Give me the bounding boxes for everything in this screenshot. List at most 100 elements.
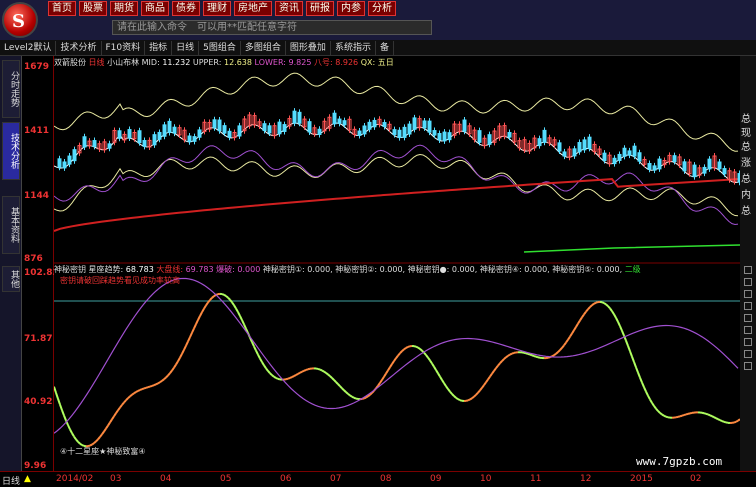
toolbar-item-7[interactable]: 图形叠加: [286, 40, 331, 55]
right-label-7: 总: [741, 206, 751, 217]
checkbox-4[interactable]: [744, 302, 752, 310]
oscillator-segment: [687, 412, 691, 415]
candle-body: [167, 120, 172, 133]
menu-item-7[interactable]: 资讯: [275, 1, 303, 16]
oscillator-segment: [341, 387, 345, 391]
candle-body: [627, 150, 632, 156]
stock-name: 双箭股份: [54, 58, 86, 67]
candle-body: [222, 125, 227, 134]
checkbox-6[interactable]: [744, 326, 752, 334]
candle-body: [432, 130, 437, 136]
y-label-upper-3: 1144: [24, 191, 50, 201]
oscillator-segment: [685, 412, 689, 416]
date-label-9: 10: [480, 474, 492, 484]
oscillator-segment: [589, 304, 593, 308]
menu-item-2[interactable]: 期货: [110, 1, 138, 16]
checkbox-3[interactable]: [744, 290, 752, 298]
key4-value: 神秘密钥④: 0.000,: [479, 265, 550, 274]
oscillator-segment: [605, 303, 609, 307]
lower-indicator-note: 密钥请破回踩趋势看见成功率较高: [60, 276, 180, 285]
oscillator-segment: [717, 418, 721, 422]
candle-body: [437, 133, 442, 141]
oscillator-segment: [593, 301, 597, 305]
right-panel: 总 现 总 涨 总 内 总: [740, 56, 756, 471]
checkbox-2[interactable]: [744, 278, 752, 286]
candle-body: [577, 142, 582, 153]
toolbar-item-1[interactable]: 技术分析: [56, 40, 102, 55]
candle-body: [582, 139, 587, 151]
oscillator-segment: [473, 394, 477, 398]
oscillator-segment: [705, 412, 709, 416]
oscillator-segment: [225, 295, 229, 299]
candle-body: [507, 132, 512, 138]
toolbar-item-6[interactable]: 多图组合: [241, 40, 286, 55]
candle-body: [602, 152, 607, 161]
checkbox-7[interactable]: [744, 338, 752, 346]
right-label-2: 现: [741, 128, 751, 139]
candle-body: [192, 136, 197, 142]
candle-body: [487, 134, 492, 145]
checkbox-1[interactable]: [744, 266, 752, 274]
oscillator-segment: [553, 352, 557, 357]
oscillator-segment: [137, 389, 141, 392]
candle-body: [647, 162, 652, 170]
toolbar-item-2[interactable]: F10资料: [102, 40, 146, 55]
menu-item-6[interactable]: 房地产: [234, 1, 272, 16]
candle-body: [542, 129, 547, 143]
oscillator-segment: [149, 384, 153, 388]
period-button[interactable]: 日线: [2, 474, 20, 487]
menu-item-3[interactable]: 商品: [141, 1, 169, 16]
oscillator-segment: [665, 415, 669, 419]
candle-body: [227, 130, 232, 138]
candle-body: [107, 143, 112, 149]
menu-item-4[interactable]: 债券: [172, 1, 200, 16]
oscillator-segment: [457, 398, 461, 402]
right-label-4: 涨: [741, 158, 751, 169]
menu-item-9[interactable]: 内参: [337, 1, 365, 16]
y-label-lower-3: 40.92: [24, 397, 53, 407]
oscillator-segment: [287, 377, 291, 380]
menu-item-8[interactable]: 研报: [306, 1, 334, 16]
date-label-1: 2014/02: [56, 474, 94, 484]
menu-item-10[interactable]: 分析: [368, 1, 396, 16]
oscillator-segment: [591, 302, 595, 306]
candle-body: [152, 134, 157, 146]
lower-indicator-name: 神秘密钥: [54, 265, 86, 274]
toolbar-item-8[interactable]: 系统指示: [331, 40, 376, 55]
candle-body: [407, 123, 412, 135]
er-label: 二级: [624, 265, 641, 274]
toolbar-item-5[interactable]: 5图组合: [199, 40, 241, 55]
checkbox-9[interactable]: [744, 362, 752, 370]
oscillator-segment: [509, 352, 513, 356]
candle-body: [382, 122, 387, 128]
tab-technical[interactable]: 技术分析: [2, 122, 20, 180]
checkbox-8[interactable]: [744, 350, 752, 358]
oscillator-segment: [413, 345, 417, 348]
menu-item-1[interactable]: 股票: [79, 1, 107, 16]
candle-body: [187, 135, 192, 143]
candle-body: [652, 165, 657, 171]
menu-item-0[interactable]: 首页: [48, 1, 76, 16]
candle-body: [157, 131, 162, 140]
oscillator-segment: [505, 355, 509, 359]
toolbar-item-3[interactable]: 指标: [145, 40, 173, 55]
toolbar-item-9[interactable]: 备: [376, 40, 394, 55]
star-label: ④十二星座★神秘致富④: [60, 447, 146, 456]
app-logo[interactable]: S: [2, 2, 38, 38]
tab-timeshare[interactable]: 分时走势: [2, 60, 20, 118]
candle-body: [172, 126, 177, 134]
candle-body: [212, 119, 217, 129]
candle-body: [682, 161, 687, 172]
checkbox-5[interactable]: [744, 314, 752, 322]
triangle-icon[interactable]: ▲: [24, 474, 31, 484]
tab-fundamentals[interactable]: 基本资料: [2, 196, 20, 254]
toolbar-item-4[interactable]: 日线: [172, 40, 200, 55]
tab-other[interactable]: 其他: [2, 266, 20, 292]
candle-body: [297, 111, 302, 124]
oscillator-segment: [525, 352, 529, 355]
candle-body: [442, 131, 447, 142]
candle-body: [217, 119, 222, 132]
command-input[interactable]: 请在此输入命令 可以用**匹配任意字符: [112, 20, 432, 35]
toolbar-item-0[interactable]: Level2默认: [0, 40, 57, 55]
menu-item-5[interactable]: 理财: [203, 1, 231, 16]
